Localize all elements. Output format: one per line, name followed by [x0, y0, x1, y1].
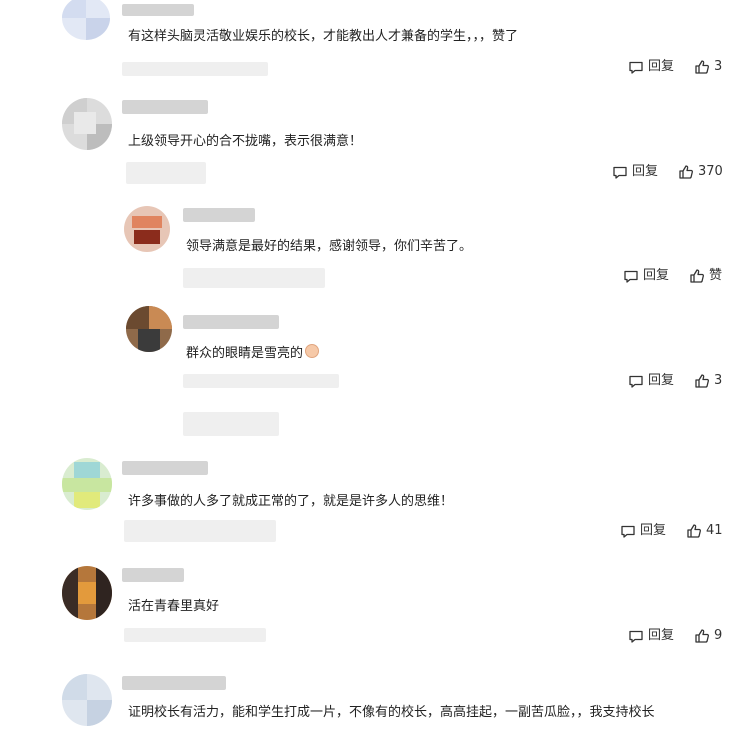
comment-bubble-icon [628, 59, 644, 75]
reply-avatar[interactable] [124, 206, 170, 252]
comment-4: 活在青春里真好 回复 9 [0, 560, 740, 670]
reply-label: 回复 [648, 373, 675, 388]
comment-bubble-icon [628, 628, 644, 644]
comment-bubble-icon [628, 373, 644, 389]
comment-2: 上级领导开心的合不拢嘴，表示很满意！ 回复 370 领导满意是最好的结果，感谢领… [0, 90, 740, 450]
reply-text: 领导满意是最好的结果，感谢领导，你们辛苦了。 [186, 239, 473, 254]
like-label: 赞 [709, 268, 723, 283]
more-replies-blurred[interactable] [183, 412, 279, 436]
avatar[interactable] [62, 0, 110, 40]
like-count: 9 [714, 628, 723, 643]
meta-blurred [183, 268, 325, 288]
thumbs-up-icon [678, 164, 694, 180]
like-count: 3 [714, 373, 723, 388]
comment-1: 有这样头脑灵活敬业娱乐的校长，才能教出人才兼备的学生，，，赞了 回复 3 [0, 0, 740, 90]
like-button[interactable]: 370 [678, 164, 723, 180]
meta-blurred [126, 162, 206, 184]
like-count: 3 [714, 59, 723, 74]
like-button[interactable]: 赞 [689, 268, 722, 284]
username-blurred[interactable] [183, 315, 279, 329]
reply-label: 回复 [643, 268, 670, 283]
thumbs-up-icon [694, 373, 710, 389]
pinching-hand-emoji [305, 344, 320, 358]
comment-text: 证明校长有活力，能和学生打成一片，不像有的校长，高高挂起，一副苦瓜脸，，我支持校… [128, 705, 655, 720]
reply-button[interactable]: 回复 [628, 59, 674, 75]
username-blurred[interactable] [122, 676, 226, 690]
reply-label: 回复 [640, 523, 667, 538]
reply-label: 回复 [648, 59, 675, 74]
reply-button[interactable]: 回复 [612, 164, 658, 180]
like-button[interactable]: 9 [694, 628, 722, 644]
reply-button[interactable]: 回复 [623, 268, 669, 284]
comment-3: 许多事做的人多了就成正常的了，就是是许多人的思维！ 回复 41 [0, 450, 740, 560]
meta-blurred [183, 374, 339, 388]
avatar[interactable] [62, 566, 112, 620]
like-button[interactable]: 3 [694, 59, 722, 75]
reply-button[interactable]: 回复 [628, 628, 674, 644]
username-blurred[interactable] [122, 4, 194, 16]
reply-text-content: 群众的眼睛是雪亮的 [186, 346, 304, 361]
reply-label: 回复 [648, 628, 675, 643]
reply-button[interactable]: 回复 [620, 523, 666, 539]
reply-avatar[interactable] [126, 306, 172, 352]
comment-bubble-icon [623, 268, 639, 284]
avatar[interactable] [62, 458, 112, 510]
reply-button[interactable]: 回复 [628, 373, 674, 389]
avatar[interactable] [62, 674, 112, 726]
meta-blurred [124, 520, 276, 542]
comment-bubble-icon [612, 164, 628, 180]
comment-text: 许多事做的人多了就成正常的了，就是是许多人的思维！ [128, 494, 454, 509]
avatar[interactable] [62, 98, 112, 150]
like-button[interactable]: 41 [686, 523, 723, 539]
like-count: 41 [706, 523, 723, 538]
reply-text: 群众的眼睛是雪亮的 [186, 344, 320, 363]
username-blurred[interactable] [183, 208, 255, 222]
meta-blurred [122, 62, 268, 76]
comment-text: 有这样头脑灵活敬业娱乐的校长，才能教出人才兼备的学生，，，赞了 [128, 29, 519, 44]
username-blurred[interactable] [122, 461, 208, 475]
meta-blurred [124, 628, 266, 642]
thumbs-up-icon [686, 523, 702, 539]
reply-label: 回复 [632, 164, 659, 179]
comment-text: 上级领导开心的合不拢嘴，表示很满意！ [128, 134, 363, 149]
thumbs-up-icon [689, 268, 705, 284]
comment-5: 证明校长有活力，能和学生打成一片，不像有的校长，高高挂起，一副苦瓜脸，，我支持校… [0, 670, 740, 730]
comment-bubble-icon [620, 523, 636, 539]
thumbs-up-icon [694, 628, 710, 644]
username-blurred[interactable] [122, 568, 184, 582]
like-button[interactable]: 3 [694, 373, 722, 389]
comment-text: 活在青春里真好 [128, 599, 220, 614]
username-blurred[interactable] [122, 100, 208, 114]
like-count: 370 [698, 164, 723, 179]
thumbs-up-icon [694, 59, 710, 75]
